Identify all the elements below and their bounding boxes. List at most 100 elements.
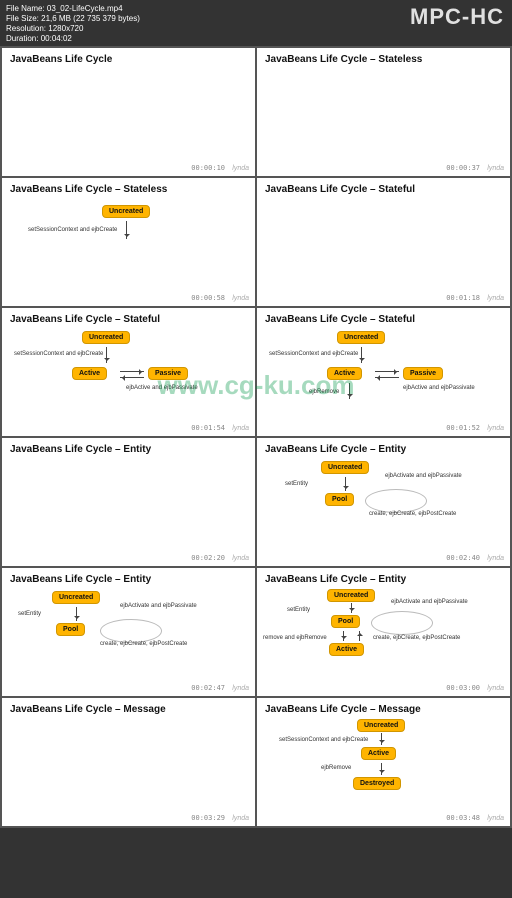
brand-logo: lynda (232, 815, 249, 822)
slide-title: JavaBeans Life Cycle – Entity (10, 574, 247, 585)
thumb-3[interactable]: JavaBeans Life Cycle – Stateless Uncreat… (2, 178, 255, 306)
slide-title: JavaBeans Life Cycle – Entity (10, 444, 247, 455)
arrow-left-icon (375, 377, 399, 378)
brand-logo: lynda (232, 425, 249, 432)
arrow-down-icon (106, 347, 107, 363)
thumb-2[interactable]: JavaBeans Life Cycle – Stateless 00:00:3… (257, 48, 510, 176)
label-remove: ejbRemove (321, 765, 351, 771)
brand-logo: lynda (232, 295, 249, 302)
state-passive: Passive (403, 367, 443, 380)
slide-title: JavaBeans Life Cycle – Entity (265, 444, 502, 455)
arrow-down-icon (361, 347, 362, 363)
slide-title: JavaBeans Life Cycle – Stateful (10, 314, 247, 325)
state-uncreated: Uncreated (321, 461, 369, 474)
label-context: setSessionContext and ejbCreate (269, 351, 358, 357)
thumb-timestamp: 00:02:47 (191, 684, 225, 692)
arrow-down-icon (76, 607, 77, 621)
thumb-timestamp: 00:01:18 (446, 294, 480, 302)
state-uncreated: Uncreated (337, 331, 385, 344)
label-context: setSessionContext and ejbCreate (279, 737, 368, 743)
slide-title: JavaBeans Life Cycle (10, 54, 247, 65)
label-remove: ejbRemove (309, 389, 339, 395)
label-activate-passivate: ejbActivate and ejbPassivate (385, 473, 462, 479)
thumb-11[interactable]: JavaBeans Life Cycle – Message 00:03:29 … (2, 698, 255, 826)
brand-logo: lynda (232, 685, 249, 692)
arrow-down-icon (381, 763, 382, 775)
brand-logo: lynda (487, 165, 504, 172)
loop-arrow-icon (365, 489, 427, 513)
arrow-down-icon (126, 221, 127, 239)
arrow-down-icon (343, 631, 344, 641)
lifecycle-diagram: Uncreated setEntity ejbActivate and ejbP… (265, 589, 502, 685)
state-pool: Pool (325, 493, 354, 506)
brand-logo: lynda (232, 165, 249, 172)
state-uncreated: Uncreated (102, 205, 150, 218)
slide-title: JavaBeans Life Cycle – Message (10, 704, 247, 715)
thumb-timestamp: 00:00:58 (191, 294, 225, 302)
arrow-up-icon (359, 631, 360, 641)
header-bar: File Name: 03_02-LifeCycle.mp4 File Size… (0, 0, 512, 46)
thumb-6[interactable]: JavaBeans Life Cycle – Stateful Uncreate… (257, 308, 510, 436)
thumb-timestamp: 00:03:00 (446, 684, 480, 692)
label-setentity: setEntity (285, 481, 308, 487)
thumb-7[interactable]: JavaBeans Life Cycle – Entity 00:02:20 l… (2, 438, 255, 566)
arrow-right-icon (120, 371, 144, 372)
label-activate-passivate: ejbActivate and ejbPassivate (120, 603, 197, 609)
state-destroyed: Destroyed (353, 777, 401, 790)
lifecycle-diagram: Uncreated setEntity ejbActivate and ejbP… (265, 459, 502, 555)
label-setentity: setEntity (287, 607, 310, 613)
thumb-timestamp: 00:01:52 (446, 424, 480, 432)
loop-arrow-icon (100, 619, 162, 643)
label-create: create, ejbCreate, ejbPostCreate (369, 511, 456, 517)
thumbnail-grid: JavaBeans Life Cycle 00:00:10 lynda Java… (0, 46, 512, 828)
thumb-1[interactable]: JavaBeans Life Cycle 00:00:10 lynda (2, 48, 255, 176)
brand-logo: lynda (487, 295, 504, 302)
lifecycle-diagram: Uncreated setSessionContext and ejbCreat… (265, 329, 502, 425)
brand-logo: lynda (487, 555, 504, 562)
state-passive: Passive (148, 367, 188, 380)
arrow-down-icon (345, 477, 346, 491)
thumb-5[interactable]: JavaBeans Life Cycle – Stateful Uncreate… (2, 308, 255, 436)
brand-logo: lynda (232, 555, 249, 562)
media-meta: File Name: 03_02-LifeCycle.mp4 File Size… (6, 4, 140, 44)
thumb-8[interactable]: JavaBeans Life Cycle – Entity Uncreated … (257, 438, 510, 566)
thumb-timestamp: 00:02:40 (446, 554, 480, 562)
label-create: create, ejbCreate, ejbPostCreate (373, 635, 460, 641)
thumb-4[interactable]: JavaBeans Life Cycle – Stateful 00:01:18… (257, 178, 510, 306)
slide-title: JavaBeans Life Cycle – Message (265, 704, 502, 715)
state-uncreated: Uncreated (52, 591, 100, 604)
arrow-left-icon (120, 377, 144, 378)
label-context: setSessionContext and ejbCreate (28, 227, 117, 233)
brand-logo: lynda (487, 685, 504, 692)
thumb-timestamp: 00:03:48 (446, 814, 480, 822)
thumb-12[interactable]: JavaBeans Life Cycle – Message Uncreated… (257, 698, 510, 826)
label-activate-passivate: ejbActivate and ejbPassivate (391, 599, 468, 605)
label-context: setSessionContext and ejbCreate (14, 351, 103, 357)
lifecycle-diagram: Uncreated setSessionContext and ejbCreat… (265, 719, 502, 815)
state-uncreated: Uncreated (357, 719, 405, 732)
label-setentity: setEntity (18, 611, 41, 617)
thumb-timestamp: 00:00:37 (446, 164, 480, 172)
slide-title: JavaBeans Life Cycle – Stateful (265, 314, 502, 325)
thumb-timestamp: 00:00:10 (191, 164, 225, 172)
loop-arrow-icon (371, 611, 433, 635)
state-uncreated: Uncreated (327, 589, 375, 602)
lifecycle-diagram: Uncreated setEntity ejbActivate and ejbP… (10, 589, 247, 685)
lifecycle-diagram: Uncreated setSessionContext and ejbCreat… (10, 199, 247, 295)
label-activate-passivate: ejbActive and ejbPassivate (403, 385, 475, 391)
thumb-10[interactable]: JavaBeans Life Cycle – Entity Uncreated … (257, 568, 510, 696)
lifecycle-diagram: Uncreated setSessionContext and ejbCreat… (10, 329, 247, 425)
slide-title: JavaBeans Life Cycle – Entity (265, 574, 502, 585)
state-pool: Pool (331, 615, 360, 628)
thumb-timestamp: 00:01:54 (191, 424, 225, 432)
label-create: create, ejbCreate, ejbPostCreate (100, 641, 187, 647)
state-active: Active (361, 747, 396, 760)
app-logo: MPC-HC (410, 4, 504, 30)
thumb-9[interactable]: JavaBeans Life Cycle – Entity Uncreated … (2, 568, 255, 696)
label-remove: remove and ejbRemove (263, 635, 327, 641)
state-active: Active (329, 643, 364, 656)
arrow-down-icon (351, 603, 352, 613)
label-activate-passivate: ejbActive and ejbPassivate (126, 385, 198, 391)
state-pool: Pool (56, 623, 85, 636)
slide-title: JavaBeans Life Cycle – Stateful (265, 184, 502, 195)
